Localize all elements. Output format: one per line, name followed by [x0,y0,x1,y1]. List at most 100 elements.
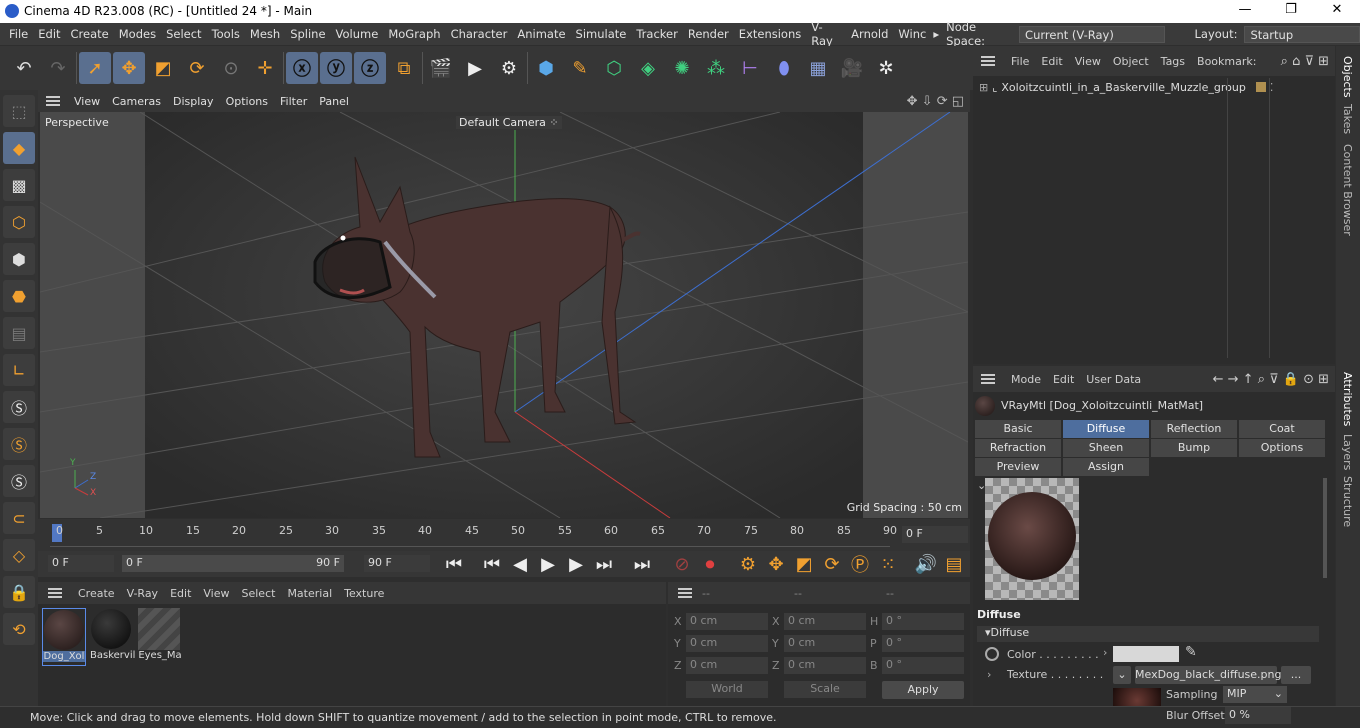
make-editable-icon[interactable]: ⬚ [3,95,35,127]
tab-preview-settings[interactable]: Preview Settings [975,458,1061,491]
uv-mode-icon[interactable]: ▤ [3,317,35,349]
object-menu-tags[interactable]: Tags [1155,55,1191,68]
x-axis-lock-icon[interactable]: ⓧ [286,52,318,84]
move-icon[interactable]: ✥ [113,52,145,84]
material-menu-icon[interactable] [48,588,62,598]
rotation-key-icon[interactable]: ⟳ [820,553,844,575]
attribute-nav-icons[interactable]: ← → ↑ ⌕ ⊽ 🔒 ⊙ ⊞ [1213,372,1335,387]
live-selection-icon[interactable]: ➚ [79,52,111,84]
material-menu-texture[interactable]: Texture [338,587,390,600]
scale-key-icon[interactable]: ◩ [792,553,816,575]
viewport-menu-filter[interactable]: Filter [274,95,313,108]
snap-settings-icon[interactable]: Ⓢ [3,428,35,460]
object-name[interactable]: Xoloitzcuintli_in_a_Baskerville_Muzzle_g… [1001,81,1245,94]
viewport-menu-display[interactable]: Display [167,95,220,108]
rotation-p-field[interactable]: 0 ° [882,635,964,652]
tab-bump[interactable]: Bump [1151,439,1237,457]
start-frame-field[interactable]: 0 F [48,555,114,572]
model-mode-icon[interactable]: ◆ [3,132,35,164]
workplane-snap-icon[interactable]: Ⓢ [3,465,35,497]
position-y-field[interactable]: 0 cm [686,635,768,652]
size-mode-dropdown[interactable]: Scale [784,681,866,698]
menu-tracker[interactable]: Tracker [631,27,683,41]
object-menu-file[interactable]: File [1005,55,1035,68]
layer-color-tag[interactable] [1255,82,1266,92]
sidetab-objects[interactable]: Objects [1341,56,1354,98]
color-swatch[interactable] [1113,646,1179,662]
object-menu-bookmarks[interactable]: Bookmark: [1191,55,1262,68]
attribute-menu-edit[interactable]: Edit [1047,373,1080,386]
menu-simulate[interactable]: Simulate [571,27,632,41]
position-key-icon[interactable]: ✥ [764,553,788,575]
recent-tool-icon[interactable]: ⊙ [215,52,247,84]
sound-icon[interactable]: 🔊 [914,553,938,575]
render-to-picture-viewer-icon[interactable]: ▶ [459,52,491,84]
camera-icon[interactable]: 🎥 [836,52,868,84]
viewport-menu-panel[interactable]: Panel [313,95,355,108]
animate-radio-icon[interactable] [985,647,999,661]
rotation-b-field[interactable]: 0 ° [882,657,964,674]
menu-volume[interactable]: Volume [331,27,384,41]
object-menu-icon[interactable] [981,56,995,66]
node-space-dropdown[interactable]: Current (V-Ray) [1019,25,1166,43]
apply-button[interactable]: Apply [882,681,964,699]
material-menu-edit[interactable]: Edit [164,587,197,600]
preview-scrollbar[interactable] [1323,478,1327,578]
z-axis-lock-icon[interactable]: ⓩ [354,52,386,84]
tab-refraction[interactable]: Refraction [975,439,1061,457]
position-z-field[interactable]: 0 cm [686,657,768,674]
menu-spline[interactable]: Spline [285,27,330,41]
next-key-icon[interactable]: ⏭ [592,553,616,575]
previous-frame-icon[interactable]: ◀ [508,553,532,575]
subdivision-icon[interactable]: ⬡ [598,52,630,84]
sidetab-layers[interactable]: Layers [1341,434,1354,470]
object-menu-edit[interactable]: Edit [1035,55,1068,68]
cloner-icon[interactable]: ✺ [666,52,698,84]
menu-tools[interactable]: Tools [207,27,245,41]
sidetab-takes[interactable]: Takes [1341,104,1354,134]
attribute-menu-user-data[interactable]: User Data [1080,373,1147,386]
minimize-button[interactable]: — [1222,2,1268,17]
menu-extensions[interactable]: Extensions [734,27,806,41]
edge-mode-icon[interactable]: ⬢ [3,243,35,275]
pen-icon[interactable]: ✎ [564,52,596,84]
visibility-dots-icon[interactable]: ⁚ [1270,81,1274,94]
tab-assign[interactable]: Assign [1063,458,1149,476]
texture-browse-button[interactable]: ... [1281,666,1311,684]
texture-expand-icon[interactable]: › [987,668,991,681]
snap-icon[interactable]: Ⓢ [3,391,35,423]
workplane-icon[interactable]: ◇ [3,539,35,571]
timeline-ruler[interactable]: 0 5 10 15 20 25 30 35 40 45 50 55 60 65 … [38,519,970,551]
menu-edit[interactable]: Edit [33,27,65,41]
size-x-field[interactable]: 0 cm [784,613,866,630]
render-settings-icon[interactable]: ⚙ [493,52,525,84]
3d-viewport[interactable]: Perspective Default Camera ⁘ Grid Spacin… [40,112,968,518]
field-icon[interactable]: ⬮ [768,52,800,84]
material-menu-view[interactable]: View [197,587,235,600]
object-row[interactable]: ⊞ ⌞ Xoloitzcuintli_in_a_Baskerville_Muzz… [975,78,1333,96]
undo-icon[interactable]: ↶ [8,52,40,84]
rotate-icon[interactable]: ⟳ [181,52,213,84]
texture-mode-icon[interactable]: ▩ [3,169,35,201]
menu-mograph[interactable]: MoGraph [383,27,445,41]
go-to-start-icon[interactable]: ⏮ [442,553,466,575]
sampling-dropdown[interactable]: MIP ⌄ [1223,686,1287,703]
coordinate-space-dropdown[interactable]: World [686,681,768,698]
menu-file[interactable]: File [4,27,33,41]
menu-modes[interactable]: Modes [114,27,161,41]
menu-render[interactable]: Render [683,27,734,41]
texture-file-button[interactable]: MexDog_black_diffuse.png [1135,666,1281,684]
rotation-h-field[interactable]: 0 ° [882,613,964,630]
size-z-field[interactable]: 0 cm [784,657,866,674]
lock-workplane-icon[interactable]: 🔒 [3,576,35,608]
y-axis-lock-icon[interactable]: ⓨ [320,52,352,84]
material-menu-material[interactable]: Material [281,587,338,600]
attribute-menu-mode[interactable]: Mode [1005,373,1047,386]
menu-mesh[interactable]: Mesh [245,27,285,41]
coordinate-system-icon[interactable]: ⧉ [388,52,420,84]
tab-options[interactable]: Options [1239,439,1325,457]
viewport-camera-label[interactable]: Default Camera ⁘ [456,116,562,129]
material-menu-select[interactable]: Select [236,587,282,600]
maximize-button[interactable]: ❐ [1268,2,1314,17]
axis-mode-icon[interactable]: ∟ [3,354,35,386]
